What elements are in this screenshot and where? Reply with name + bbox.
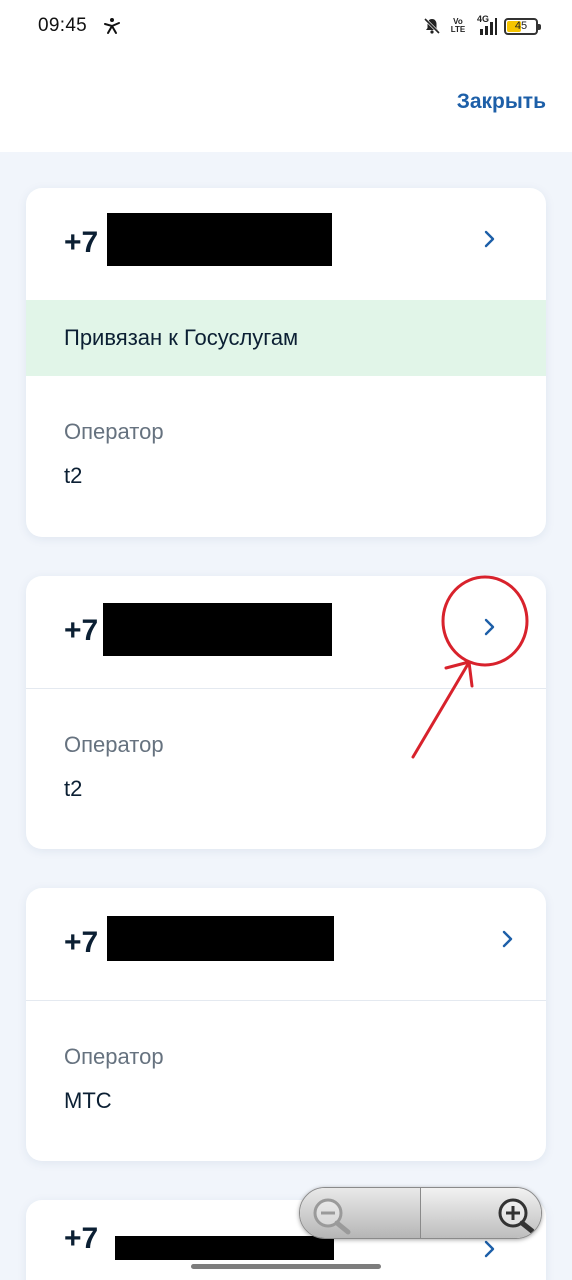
zoom-out-icon <box>313 1198 351 1235</box>
phone-number: +7 <box>64 614 99 647</box>
chevron-right-icon[interactable] <box>481 1238 499 1260</box>
chevron-right-icon[interactable] <box>499 928 517 950</box>
redacted-number <box>107 916 334 961</box>
home-indicator[interactable] <box>191 1264 381 1269</box>
phone-number: +7 <box>64 1222 99 1255</box>
zoom-in-icon <box>498 1198 535 1234</box>
signal-icon: 4G <box>475 14 497 36</box>
volte-indicator: Vo LTE <box>450 17 466 34</box>
redacted-number <box>107 213 332 266</box>
operator-label: Оператор <box>64 419 164 444</box>
operator-label: Оператор <box>64 732 164 757</box>
redacted-number <box>115 1236 334 1260</box>
running-figure-icon <box>104 18 120 34</box>
operator-block: Оператор t2 <box>26 376 546 489</box>
battery-icon: 45 <box>504 17 541 35</box>
operator-block: Оператор МТС <box>26 1001 546 1114</box>
status-icons: Vo LTE 4G 45 <box>423 14 541 38</box>
phone-number: +7 <box>64 226 99 259</box>
phone-row[interactable]: +7 <box>26 576 546 688</box>
operator-value: t2 <box>64 776 83 801</box>
redacted-number <box>103 603 332 656</box>
operator-value: МТС <box>64 1088 112 1113</box>
zoom-in-button[interactable] <box>421 1188 541 1238</box>
operator-label: Оператор <box>64 1044 164 1069</box>
top-header: Закрыть <box>0 52 572 152</box>
linked-banner: Привязан к Госуслугам <box>26 300 546 376</box>
zoom-out-button[interactable] <box>300 1188 421 1238</box>
chevron-right-icon[interactable] <box>481 228 499 250</box>
status-time: 09:45 <box>38 15 88 36</box>
phone-card: +7 Привязан к Госуслугам Оператор t2 <box>26 188 546 537</box>
operator-block: Оператор t2 <box>26 689 546 802</box>
bell-muted-icon <box>423 17 441 35</box>
status-bar: 09:45 Vo LTE 4G 45 <box>0 0 572 52</box>
phone-row[interactable]: +7 <box>26 188 546 300</box>
phone-row[interactable]: +7 <box>26 888 546 1000</box>
operator-value: t2 <box>64 463 83 488</box>
phone-card: +7 Оператор МТС <box>26 888 546 1161</box>
chevron-right-icon[interactable] <box>481 616 499 638</box>
phone-card: +7 Оператор t2 <box>26 576 546 849</box>
close-button[interactable]: Закрыть <box>457 90 546 114</box>
phone-number: +7 <box>64 926 99 959</box>
zoom-control <box>299 1187 542 1239</box>
